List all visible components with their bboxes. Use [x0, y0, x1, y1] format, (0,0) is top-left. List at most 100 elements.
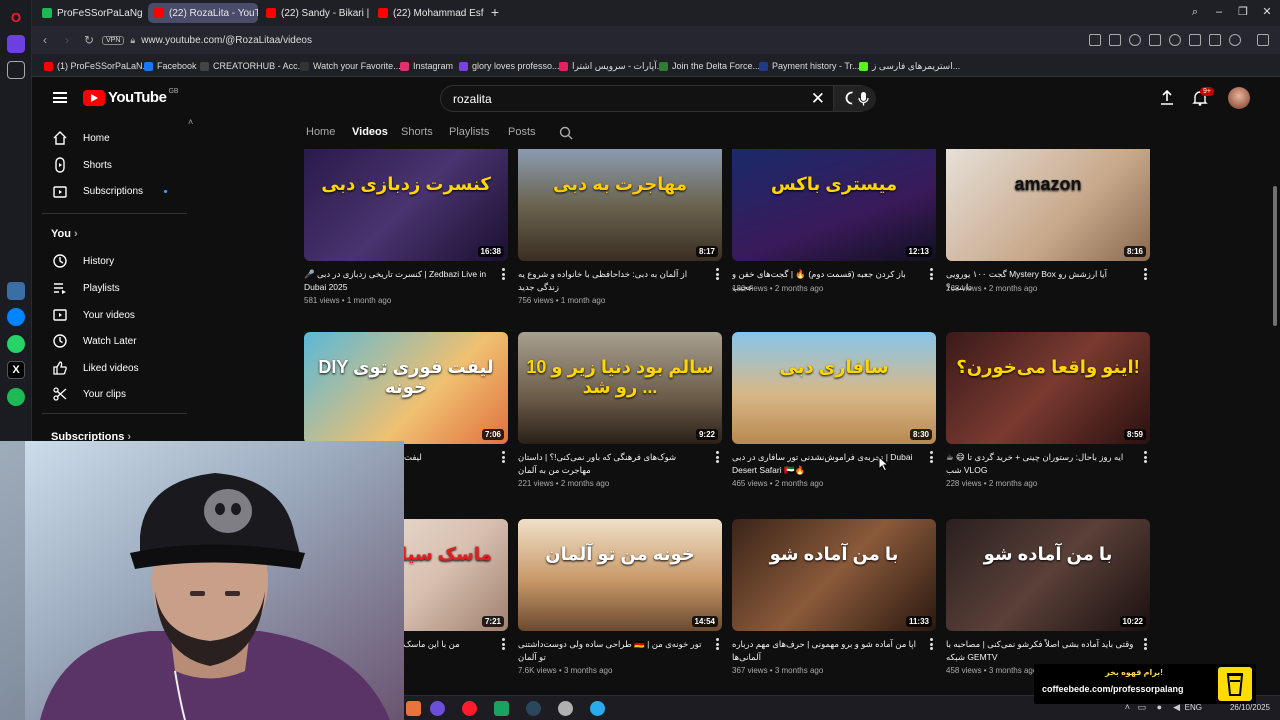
star-icon[interactable]	[7, 61, 25, 79]
video-title[interactable]: وقتی باید آماده بشی اصلاً فکرشو نمی‌کنی …	[946, 638, 1134, 664]
extensions-icon[interactable]	[1257, 34, 1269, 46]
close-window-icon[interactable]: ✕	[1260, 5, 1274, 19]
sidebar-item-your-videos[interactable]: Your videos	[32, 302, 187, 328]
url-field[interactable]: VPN 🔒︎ www.youtube.com/@RozaLitaa/videos	[102, 30, 1102, 50]
tab-posts[interactable]: Posts	[508, 126, 536, 138]
url-text[interactable]: www.youtube.com/@RozaLitaa/videos	[141, 35, 312, 46]
browser-tab-active[interactable]: (22) RozaLita - YouTube ×	[148, 3, 258, 23]
minimize-icon[interactable]: –	[1212, 5, 1226, 19]
menu-icon[interactable]	[1209, 34, 1221, 46]
vpn-badge[interactable]: VPN	[102, 35, 125, 45]
video-thumbnail[interactable]: اینو واقعا می‌خورن؟! 8:59	[946, 332, 1150, 444]
sidebar-collapse-chevron-icon[interactable]: ˄	[188, 117, 193, 127]
video-card[interactable]: 10 سالم بود دنیا زیر و رو شد ... 9:22 شوک‌…	[518, 332, 722, 502]
more-options-icon[interactable]	[1144, 451, 1148, 463]
sidebar-item-home[interactable]: Home	[32, 125, 187, 151]
you-section-heading[interactable]: You ›	[51, 228, 78, 240]
video-title[interactable]: ☕ 😄 ایه روز باحال: رستوران چینی + خرید گ…	[946, 451, 1134, 477]
video-thumbnail[interactable]: DIY لیفت فوری توی خونه 7:06	[304, 332, 508, 444]
heart-icon[interactable]	[1169, 34, 1181, 46]
app-icon[interactable]	[7, 282, 25, 300]
bookmark-item[interactable]: glory loves professo...	[459, 59, 560, 73]
spotify-icon[interactable]	[7, 388, 25, 406]
back-icon[interactable]: ‹	[38, 33, 52, 47]
video-card[interactable]: خونه من تو آلمان 14:54 طراحی ساده ولی دوست…	[518, 519, 722, 689]
x-icon[interactable]: X	[7, 361, 25, 379]
video-card[interactable]: با من آماده شو 11:33 اپا من آماده شو و برو…	[732, 519, 936, 689]
browser-tab[interactable]: (22) Mohammad Esfahan...	[372, 3, 484, 23]
taskbar-app-icon[interactable]	[558, 701, 573, 716]
sidebar-item-watch-later[interactable]: Watch Later	[32, 328, 187, 354]
video-thumbnail[interactable]: میستری باکس 12:13	[732, 149, 936, 261]
more-options-icon[interactable]	[1144, 638, 1148, 650]
share-icon[interactable]	[1089, 34, 1101, 46]
youtube-logo[interactable]: YouTube GB	[83, 88, 179, 106]
lock-icon[interactable]: 🔒︎	[130, 35, 135, 46]
telegram-icon[interactable]	[590, 701, 605, 716]
steam-icon[interactable]	[526, 701, 541, 716]
clock-date[interactable]: 26/10/2025	[1230, 703, 1270, 712]
more-options-icon[interactable]	[716, 451, 720, 463]
video-title[interactable]: از آلمان به دبی: خداحافظی با خانواده و ش…	[518, 268, 706, 294]
home-icon[interactable]	[7, 35, 25, 53]
video-thumbnail[interactable]: با من آماده شو 11:33	[732, 519, 936, 631]
bookmark-item[interactable]: (1) ProFeSSorPaLaN...	[44, 59, 150, 73]
search-value[interactable]: rozalita	[453, 92, 492, 106]
opera-logo-icon[interactable]: O	[7, 8, 25, 26]
taskbar-app-icon[interactable]	[430, 701, 445, 716]
more-options-icon[interactable]	[930, 638, 934, 650]
sidebar-item-your-clips[interactable]: Your clips	[32, 381, 187, 407]
avatar[interactable]	[1228, 87, 1250, 109]
restore-icon[interactable]: ❐	[1236, 5, 1250, 19]
sidebar-item-liked-videos[interactable]: Liked videos	[32, 355, 187, 381]
bookmark-item[interactable]: Payment history - Tr...	[759, 59, 860, 73]
whatsapp-icon[interactable]	[7, 335, 25, 353]
camera-icon[interactable]	[1109, 34, 1121, 46]
bookmark-item[interactable]: Facebook	[144, 59, 197, 73]
video-card[interactable]: کنسرت زدبازی دبی 16:38 🎤 کنسرت تاریخی زدبا…	[304, 149, 508, 319]
browser-tab[interactable]: ProFeSSorPaLaNg Stream	[36, 3, 144, 23]
forward-icon[interactable]: ›	[60, 33, 74, 47]
video-card[interactable]: amazon 8:16 گجت ۱۰۰ یورویی Mystery Box آیا…	[946, 149, 1150, 319]
more-options-icon[interactable]	[502, 451, 506, 463]
download-icon[interactable]	[1189, 34, 1201, 46]
bookmark-item[interactable]: استریمرهای فارسی ز...	[859, 59, 960, 73]
keyboard-language[interactable]: ENG	[1185, 703, 1202, 712]
tab-videos[interactable]: Videos	[352, 126, 388, 138]
channel-search-icon[interactable]	[559, 126, 573, 140]
search-tabs-icon[interactable]: ⌕	[1188, 5, 1202, 19]
tab-home[interactable]: Home	[306, 126, 335, 138]
video-title[interactable]: شوک‌های فرهنگی که باور نمی‌کنی!؟ | داستا…	[518, 451, 706, 477]
tab-playlists[interactable]: Playlists	[449, 126, 489, 138]
taskbar-app-icon[interactable]	[406, 701, 421, 716]
opera-taskbar-icon[interactable]	[462, 701, 477, 716]
more-options-icon[interactable]	[716, 268, 720, 280]
shield-icon[interactable]	[1129, 34, 1141, 46]
taskbar-app-icon[interactable]	[494, 701, 509, 716]
new-tab-icon[interactable]: +	[488, 5, 502, 19]
tab-shorts[interactable]: Shorts	[401, 126, 433, 138]
bookmark-item[interactable]: CREATORHUB - Acc...	[200, 59, 305, 73]
video-title[interactable]: تجربه‌ی فراموش‌نشدنی تور سافاری در دبی |…	[732, 451, 920, 477]
coffee-donation-banner[interactable]: برام قهوه بخر! coffeebede.com/professorp…	[1034, 664, 1256, 704]
hamburger-menu-icon[interactable]	[53, 92, 67, 103]
reload-icon[interactable]: ↻	[82, 33, 96, 47]
video-thumbnail[interactable]: خونه من تو آلمان 14:54	[518, 519, 722, 631]
sidebar-item-history[interactable]: History	[32, 248, 187, 274]
bookmark-item[interactable]: Watch your Favorite...	[300, 59, 401, 73]
video-title[interactable]: طراحی ساده ولی دوست‌داشتنی 🇩🇪 | تور خونه…	[518, 638, 706, 664]
more-options-icon[interactable]	[1144, 268, 1148, 280]
video-thumbnail[interactable]: سافاری دبی 8:30	[732, 332, 936, 444]
profile-icon[interactable]	[1229, 34, 1241, 46]
video-thumbnail[interactable]: amazon 8:16	[946, 149, 1150, 261]
messenger-icon[interactable]	[7, 308, 25, 326]
video-card[interactable]: میستری باکس 12:13 باز کردن جعبه (قسمت دوم)…	[732, 149, 936, 319]
bookmark-item[interactable]: آپارات - سرویس اشترا...	[559, 59, 664, 73]
more-options-icon[interactable]	[716, 638, 720, 650]
more-options-icon[interactable]	[930, 268, 934, 280]
microphone-icon[interactable]	[851, 86, 876, 111]
player-icon[interactable]	[1149, 34, 1161, 46]
sidebar-item-subscriptions[interactable]: Subscriptions	[32, 178, 187, 204]
page-scrollbar[interactable]	[1270, 121, 1280, 695]
sidebar-item-shorts[interactable]: Shorts	[32, 152, 187, 178]
